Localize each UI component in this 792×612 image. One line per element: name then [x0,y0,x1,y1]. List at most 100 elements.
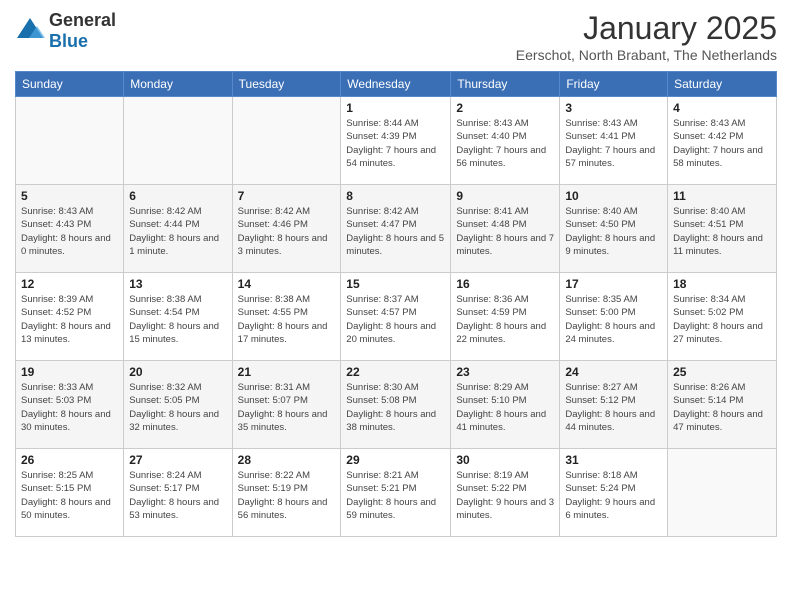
day-number: 29 [346,453,445,467]
day-info: Sunrise: 8:40 AM Sunset: 4:51 PM Dayligh… [673,205,771,258]
logo-general: General [49,10,116,31]
day-info: Sunrise: 8:43 AM Sunset: 4:43 PM Dayligh… [21,205,118,258]
day-number: 14 [238,277,336,291]
day-info: Sunrise: 8:29 AM Sunset: 5:10 PM Dayligh… [456,381,554,434]
week-row-2: 5 Sunrise: 8:43 AM Sunset: 4:43 PM Daylig… [16,185,777,273]
col-friday: Friday [560,72,668,97]
day-number: 12 [21,277,118,291]
day-number: 9 [456,189,554,203]
day-number: 5 [21,189,118,203]
calendar-cell: 23 Sunrise: 8:29 AM Sunset: 5:10 PM Dayli… [451,361,560,449]
day-info: Sunrise: 8:42 AM Sunset: 4:44 PM Dayligh… [129,205,226,258]
day-info: Sunrise: 8:37 AM Sunset: 4:57 PM Dayligh… [346,293,445,346]
day-number: 21 [238,365,336,379]
day-info: Sunrise: 8:26 AM Sunset: 5:14 PM Dayligh… [673,381,771,434]
calendar-cell: 14Sunrise: 8:38 AM Sunset: 4:55 PM Dayli… [232,273,341,361]
calendar-header: Sunday Monday Tuesday Wednesday Thursday… [16,72,777,97]
day-info: Sunrise: 8:35 AM Sunset: 5:00 PM Dayligh… [565,293,662,346]
col-monday: Monday [124,72,232,97]
day-number: 6 [129,189,226,203]
calendar-cell: 3Sunrise: 8:43 AM Sunset: 4:41 PM Daylig… [560,97,668,185]
calendar-cell: 9 Sunrise: 8:41 AM Sunset: 4:48 PM Daylig… [451,185,560,273]
col-tuesday: Tuesday [232,72,341,97]
day-info: Sunrise: 8:22 AM Sunset: 5:19 PM Dayligh… [238,469,336,522]
col-sunday: Sunday [16,72,124,97]
day-number: 22 [346,365,445,379]
day-number: 27 [129,453,226,467]
calendar-cell: 24Sunrise: 8:27 AM Sunset: 5:12 PM Dayli… [560,361,668,449]
week-row-3: 12Sunrise: 8:39 AM Sunset: 4:52 PM Dayli… [16,273,777,361]
day-number: 10 [565,189,662,203]
day-number: 28 [238,453,336,467]
calendar-cell: 8 Sunrise: 8:42 AM Sunset: 4:47 PM Daylig… [341,185,451,273]
calendar-cell: 19Sunrise: 8:33 AM Sunset: 5:03 PM Dayli… [16,361,124,449]
day-number: 2 [456,101,554,115]
calendar-body: 1 Sunrise: 8:44 AM Sunset: 4:39 PM Daylig… [16,97,777,537]
week-row-4: 19Sunrise: 8:33 AM Sunset: 5:03 PM Dayli… [16,361,777,449]
day-number: 20 [129,365,226,379]
day-info: Sunrise: 8:43 AM Sunset: 4:42 PM Dayligh… [673,117,771,170]
day-number: 3 [565,101,662,115]
calendar-cell: 17Sunrise: 8:35 AM Sunset: 5:00 PM Dayli… [560,273,668,361]
header-row: Sunday Monday Tuesday Wednesday Thursday… [16,72,777,97]
calendar-table: Sunday Monday Tuesday Wednesday Thursday… [15,71,777,537]
day-info: Sunrise: 8:34 AM Sunset: 5:02 PM Dayligh… [673,293,771,346]
logo-icon [15,16,45,46]
calendar-cell [16,97,124,185]
page-container: General Blue January 2025 Eerschot, Nort… [0,0,792,542]
calendar-cell: 29 Sunrise: 8:21 AM Sunset: 5:21 PM Dayli… [341,449,451,537]
day-number: 1 [346,101,445,115]
day-info: Sunrise: 8:36 AM Sunset: 4:59 PM Dayligh… [456,293,554,346]
calendar-cell [668,449,777,537]
calendar-cell: 18 Sunrise: 8:34 AM Sunset: 5:02 PM Dayli… [668,273,777,361]
day-number: 19 [21,365,118,379]
calendar-cell: 27 Sunrise: 8:24 AM Sunset: 5:17 PM Dayli… [124,449,232,537]
day-number: 31 [565,453,662,467]
title-block: January 2025 Eerschot, North Brabant, Th… [516,10,777,63]
header: General Blue January 2025 Eerschot, Nort… [15,10,777,63]
day-info: Sunrise: 8:41 AM Sunset: 4:48 PM Dayligh… [456,205,554,258]
day-number: 23 [456,365,554,379]
calendar-cell: 31Sunrise: 8:18 AM Sunset: 5:24 PM Dayli… [560,449,668,537]
day-info: Sunrise: 8:40 AM Sunset: 4:50 PM Dayligh… [565,205,662,258]
day-number: 16 [456,277,554,291]
calendar-cell: 7 Sunrise: 8:42 AM Sunset: 4:46 PM Daylig… [232,185,341,273]
week-row-1: 1 Sunrise: 8:44 AM Sunset: 4:39 PM Daylig… [16,97,777,185]
day-number: 11 [673,189,771,203]
day-info: Sunrise: 8:21 AM Sunset: 5:21 PM Dayligh… [346,469,445,522]
calendar-cell: 25Sunrise: 8:26 AM Sunset: 5:14 PM Dayli… [668,361,777,449]
day-number: 7 [238,189,336,203]
day-info: Sunrise: 8:44 AM Sunset: 4:39 PM Dayligh… [346,117,445,170]
day-info: Sunrise: 8:42 AM Sunset: 4:47 PM Dayligh… [346,205,445,258]
day-info: Sunrise: 8:25 AM Sunset: 5:15 PM Dayligh… [21,469,118,522]
logo-blue: Blue [49,31,116,52]
day-info: Sunrise: 8:31 AM Sunset: 5:07 PM Dayligh… [238,381,336,434]
calendar-cell: 15Sunrise: 8:37 AM Sunset: 4:57 PM Dayli… [341,273,451,361]
day-info: Sunrise: 8:27 AM Sunset: 5:12 PM Dayligh… [565,381,662,434]
week-row-5: 26 Sunrise: 8:25 AM Sunset: 5:15 PM Dayli… [16,449,777,537]
logo: General Blue [15,10,116,52]
calendar-cell: 22 Sunrise: 8:30 AM Sunset: 5:08 PM Dayli… [341,361,451,449]
calendar-cell: 12Sunrise: 8:39 AM Sunset: 4:52 PM Dayli… [16,273,124,361]
day-number: 13 [129,277,226,291]
day-info: Sunrise: 8:24 AM Sunset: 5:17 PM Dayligh… [129,469,226,522]
day-number: 8 [346,189,445,203]
day-number: 26 [21,453,118,467]
col-wednesday: Wednesday [341,72,451,97]
calendar-cell: 16 Sunrise: 8:36 AM Sunset: 4:59 PM Dayli… [451,273,560,361]
col-saturday: Saturday [668,72,777,97]
location-title: Eerschot, North Brabant, The Netherlands [516,47,777,63]
col-thursday: Thursday [451,72,560,97]
month-title: January 2025 [516,10,777,47]
calendar-cell: 6 Sunrise: 8:42 AM Sunset: 4:44 PM Daylig… [124,185,232,273]
day-number: 30 [456,453,554,467]
calendar-cell: 4Sunrise: 8:43 AM Sunset: 4:42 PM Daylig… [668,97,777,185]
day-info: Sunrise: 8:32 AM Sunset: 5:05 PM Dayligh… [129,381,226,434]
calendar-cell: 5 Sunrise: 8:43 AM Sunset: 4:43 PM Daylig… [16,185,124,273]
day-info: Sunrise: 8:42 AM Sunset: 4:46 PM Dayligh… [238,205,336,258]
calendar-cell: 2Sunrise: 8:43 AM Sunset: 4:40 PM Daylig… [451,97,560,185]
day-number: 18 [673,277,771,291]
day-info: Sunrise: 8:38 AM Sunset: 4:54 PM Dayligh… [129,293,226,346]
day-info: Sunrise: 8:30 AM Sunset: 5:08 PM Dayligh… [346,381,445,434]
calendar-cell: 26 Sunrise: 8:25 AM Sunset: 5:15 PM Dayli… [16,449,124,537]
